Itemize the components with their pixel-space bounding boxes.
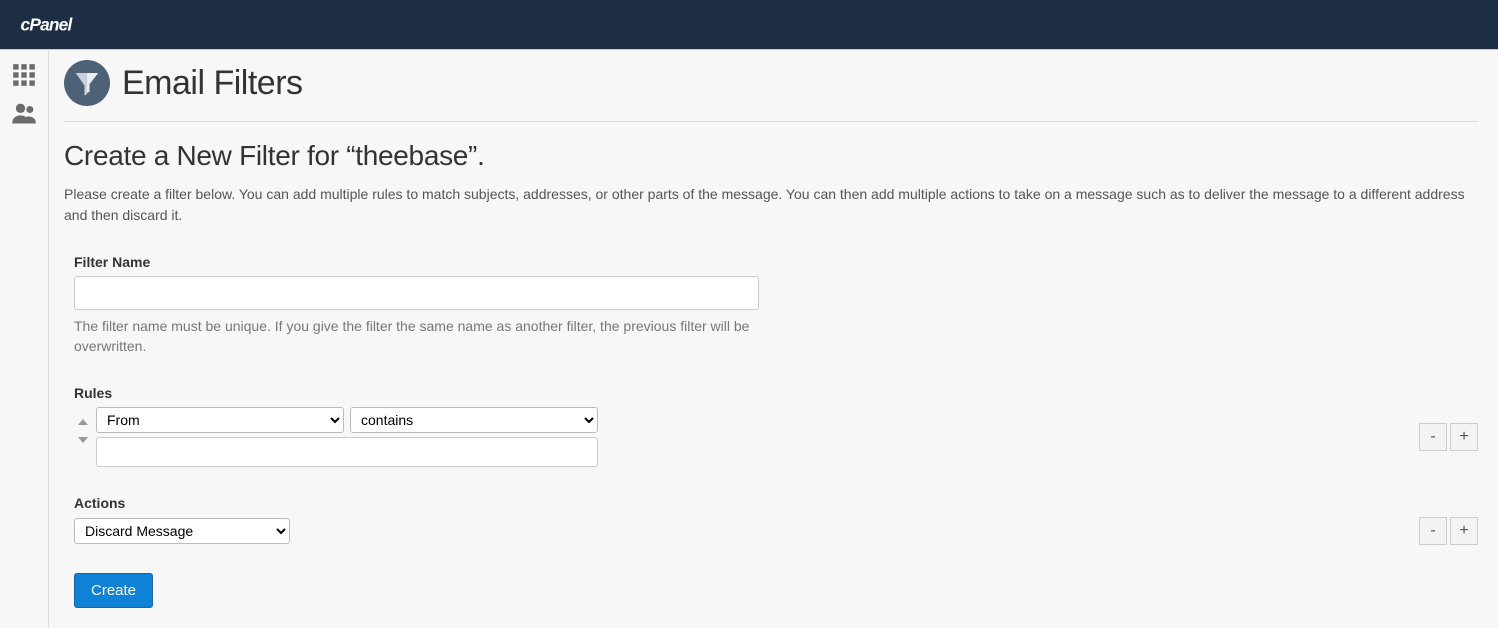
- sidebar: [0, 50, 49, 628]
- rule-value-input[interactable]: [96, 437, 598, 467]
- cpanel-logo-icon: cPanel: [20, 14, 115, 36]
- move-down-icon[interactable]: [78, 437, 88, 443]
- rule-remove-button[interactable]: -: [1419, 423, 1447, 451]
- filter-name-label: Filter Name: [74, 254, 1478, 270]
- action-add-button[interactable]: +: [1450, 517, 1478, 545]
- svg-text:cPanel: cPanel: [21, 14, 74, 34]
- main-content: Email Filters Create a New Filter for “t…: [49, 50, 1498, 628]
- action-remove-button[interactable]: -: [1419, 517, 1447, 545]
- subheading: Create a New Filter for “theebase”.: [64, 140, 1478, 172]
- create-button[interactable]: Create: [74, 573, 153, 608]
- cpanel-logo[interactable]: cPanel: [20, 14, 115, 36]
- divider: [64, 121, 1478, 122]
- page-title: Email Filters: [122, 64, 303, 103]
- move-up-icon[interactable]: [78, 419, 88, 425]
- sort-arrows: [74, 407, 92, 449]
- users-icon[interactable]: [9, 98, 39, 128]
- rule-operator-select[interactable]: contains: [350, 407, 598, 433]
- actions-label: Actions: [74, 495, 1478, 511]
- top-bar: cPanel: [0, 0, 1498, 50]
- filter-name-help: The filter name must be unique. If you g…: [74, 316, 759, 357]
- description: Please create a filter below. You can ad…: [64, 184, 1478, 226]
- apps-grid-icon[interactable]: [9, 60, 39, 90]
- rule-row: From contains - +: [74, 407, 1478, 467]
- filter-icon: [64, 60, 110, 106]
- rule-field-select[interactable]: From: [96, 407, 344, 433]
- action-row: Discard Message - +: [74, 517, 1478, 545]
- action-select[interactable]: Discard Message: [74, 518, 290, 544]
- rules-label: Rules: [74, 385, 1478, 401]
- page-header: Email Filters: [64, 60, 1478, 121]
- rule-add-button[interactable]: +: [1450, 423, 1478, 451]
- filter-name-input[interactable]: [74, 276, 759, 310]
